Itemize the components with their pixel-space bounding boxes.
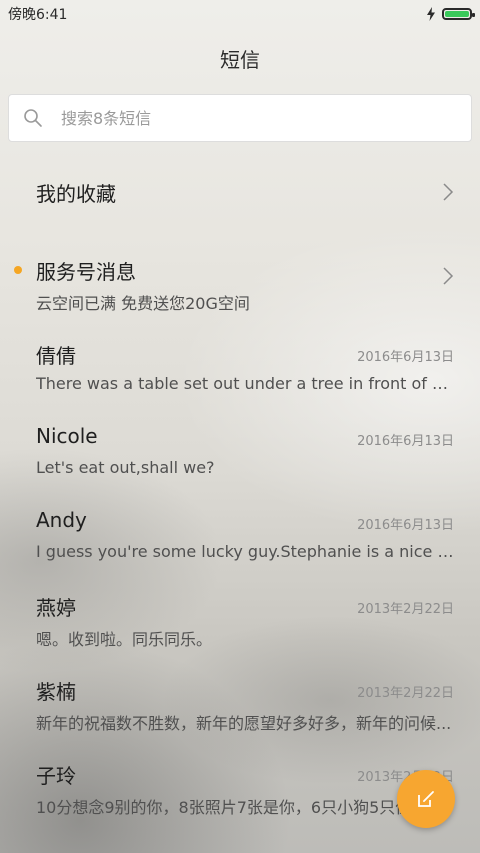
conversation-preview: There was a table set out under a tree i… [36,374,454,393]
conversation-preview: 嗯。收到啦。同乐同乐。 [36,630,213,649]
status-bar: 傍晚6:41 [0,0,480,28]
conversation-title: Andy [36,508,87,532]
conversation-preview: 10分想念9别的你，8张照片7张是你，6只小狗5只像你... [36,798,443,817]
conversation-preview: 云空间已满 免费送您20G空间 [36,294,250,313]
conversation-date: 2016年6月13日 [357,434,454,449]
conversation-date: 2013年2月22日 [357,602,454,617]
conversation-title: 倩倩 [36,344,76,368]
conversation-item[interactable]: 倩倩 2016年6月13日 There was a table set out … [0,318,480,402]
service-messages-item[interactable]: 服务号消息 云空间已满 免费送您20G空间 [0,234,480,318]
conversation-item[interactable]: 燕婷 2013年2月22日 嗯。收到啦。同乐同乐。 [0,570,480,654]
compose-icon [418,791,434,807]
battery-icon [442,8,475,20]
conversation-item[interactable]: Nicole 2016年6月13日 Let's eat out,shall we… [0,402,480,486]
favorites-item[interactable]: 我的收藏 [0,150,480,234]
conversation-title: 燕婷 [36,596,76,620]
conversation-title: Nicole [36,424,98,448]
chevron-right-icon [443,267,454,285]
conversation-item[interactable]: Andy 2016年6月13日 I guess you're some luck… [0,486,480,570]
conversation-date: 2016年6月13日 [357,350,454,365]
search-input[interactable] [59,107,423,129]
conversation-title: 子玲 [36,764,76,788]
chevron-right-icon [443,183,454,201]
conversation-preview: Let's eat out,shall we? [36,458,215,477]
status-icons [426,7,475,21]
status-time: 傍晚6:41 [8,7,68,23]
conversation-title: 服务号消息 [36,260,136,284]
search-bar[interactable] [8,94,472,142]
conversation-preview: 新年的祝福数不胜数，新年的愿望好多好多，新年的问候... [36,714,452,733]
conversation-list: 我的收藏 服务号消息 云空间已满 免费送您20G空间 倩倩 2016年6月13日… [0,150,480,822]
conversation-date: 2016年6月13日 [357,518,454,533]
conversation-item[interactable]: 紫楠 2013年2月22日 新年的祝福数不胜数，新年的愿望好多好多，新年的问候.… [0,654,480,738]
unread-dot [14,266,22,274]
compose-button[interactable] [397,770,455,828]
page-title: 短信 [220,48,260,72]
conversation-date: 2013年2月22日 [357,686,454,701]
battery-level [445,11,469,17]
charging-icon [427,7,435,21]
conversation-title: 紫楠 [36,680,76,704]
search-icon [24,109,42,127]
conversation-preview: I guess you're some lucky guy.Stephanie … [36,542,454,561]
conversation-title: 我的收藏 [36,182,116,206]
